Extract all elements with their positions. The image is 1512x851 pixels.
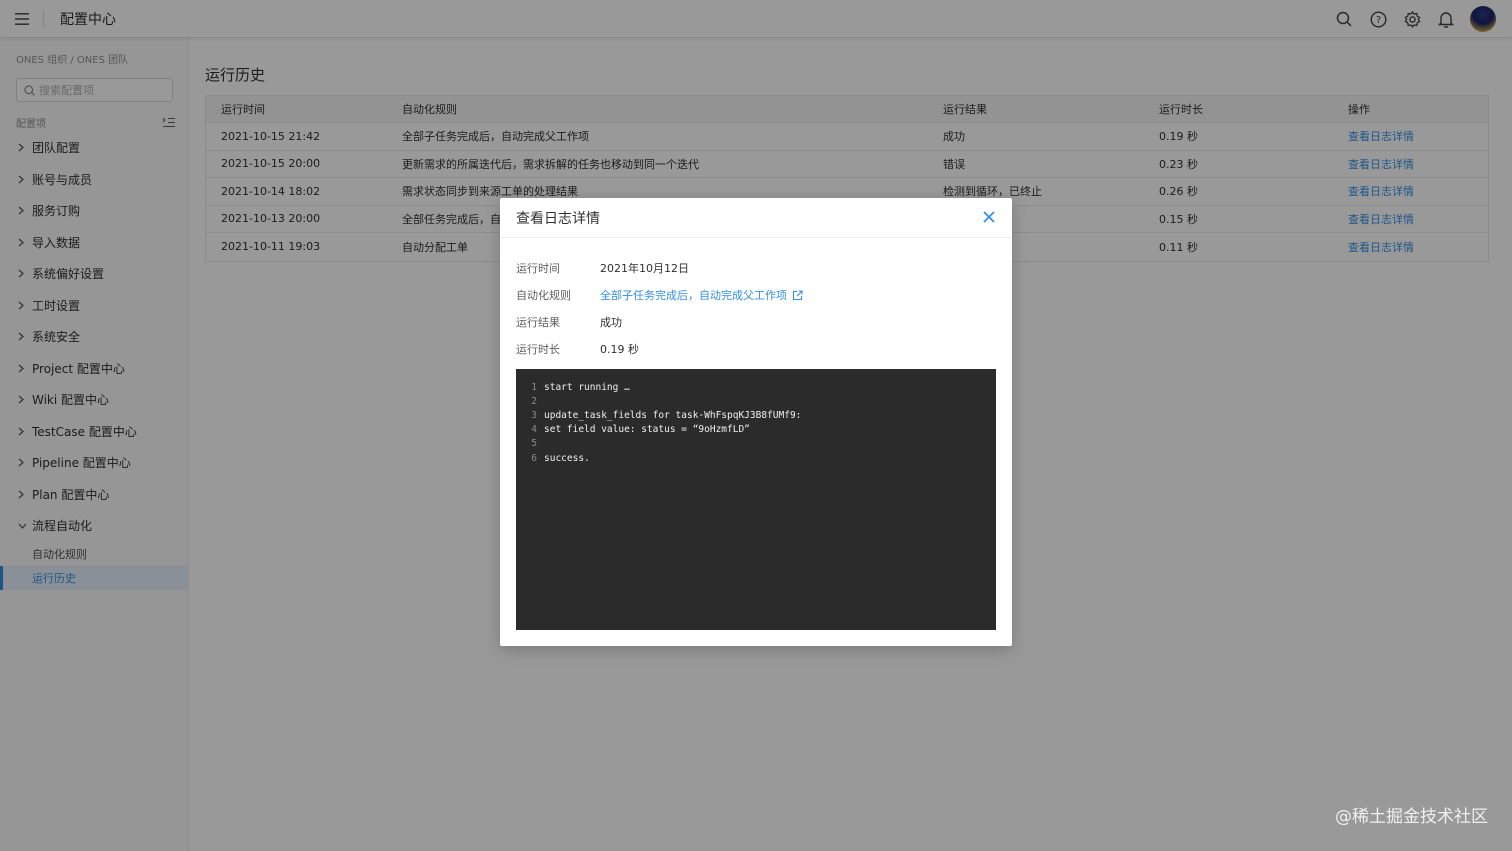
log-line: 5 bbox=[516, 437, 996, 451]
field-value: 2021年10月12日 bbox=[600, 262, 689, 275]
field-value: 0.19 秒 bbox=[600, 343, 639, 356]
line-number: 1 bbox=[531, 381, 537, 393]
field-label: 运行时间 bbox=[516, 262, 560, 275]
line-number: 3 bbox=[531, 409, 537, 421]
field-value: 成功 bbox=[600, 316, 622, 329]
field-rule: 自动化规则 全部子任务完成后，自动完成父工作项 bbox=[516, 287, 803, 303]
rule-link-text: 全部子任务完成后，自动完成父工作项 bbox=[600, 289, 787, 302]
line-number: 4 bbox=[531, 424, 537, 436]
log-detail-modal: 查看日志详情 运行时间 2021年10月12日 自动化规则 全部子任务完成后，自… bbox=[500, 198, 1012, 646]
field-label: 自动化规则 bbox=[516, 289, 571, 302]
log-line: 6 success. bbox=[516, 451, 996, 465]
line-number: 5 bbox=[531, 438, 537, 450]
log-text: start running … bbox=[544, 381, 630, 393]
log-text: update_task_fields for task-WhFspqKJ3B8f… bbox=[544, 409, 802, 421]
rule-link[interactable]: 全部子任务完成后，自动完成父工作项 bbox=[600, 287, 803, 303]
log-output[interactable]: 1 start running … 2 3 update_task_fields f… bbox=[516, 369, 996, 630]
field-run-time: 运行时间 2021年10月12日 bbox=[516, 260, 689, 276]
field-duration: 运行时长 0.19 秒 bbox=[516, 341, 639, 357]
line-number: 6 bbox=[531, 452, 537, 464]
field-label: 运行结果 bbox=[516, 316, 560, 329]
field-result: 运行结果 成功 bbox=[516, 314, 622, 330]
line-number: 2 bbox=[531, 395, 537, 407]
modal-title: 查看日志详情 bbox=[516, 210, 600, 227]
log-line: 4 set field value: status = “9oHzmfLD” bbox=[516, 423, 996, 437]
modal-header: 查看日志详情 bbox=[500, 198, 1012, 238]
log-line: 1 start running … bbox=[516, 380, 996, 394]
log-text: set field value: status = “9oHzmfLD” bbox=[544, 424, 750, 436]
close-icon[interactable] bbox=[982, 210, 996, 224]
field-label: 运行时长 bbox=[516, 343, 560, 356]
log-line: 2 bbox=[516, 394, 996, 408]
watermark: @稀土掘金技术社区 bbox=[1335, 807, 1488, 827]
external-link-icon bbox=[792, 289, 803, 300]
log-line: 3 update_task_fields for task-WhFspqKJ3B8… bbox=[516, 408, 996, 422]
log-text: success. bbox=[544, 452, 590, 464]
